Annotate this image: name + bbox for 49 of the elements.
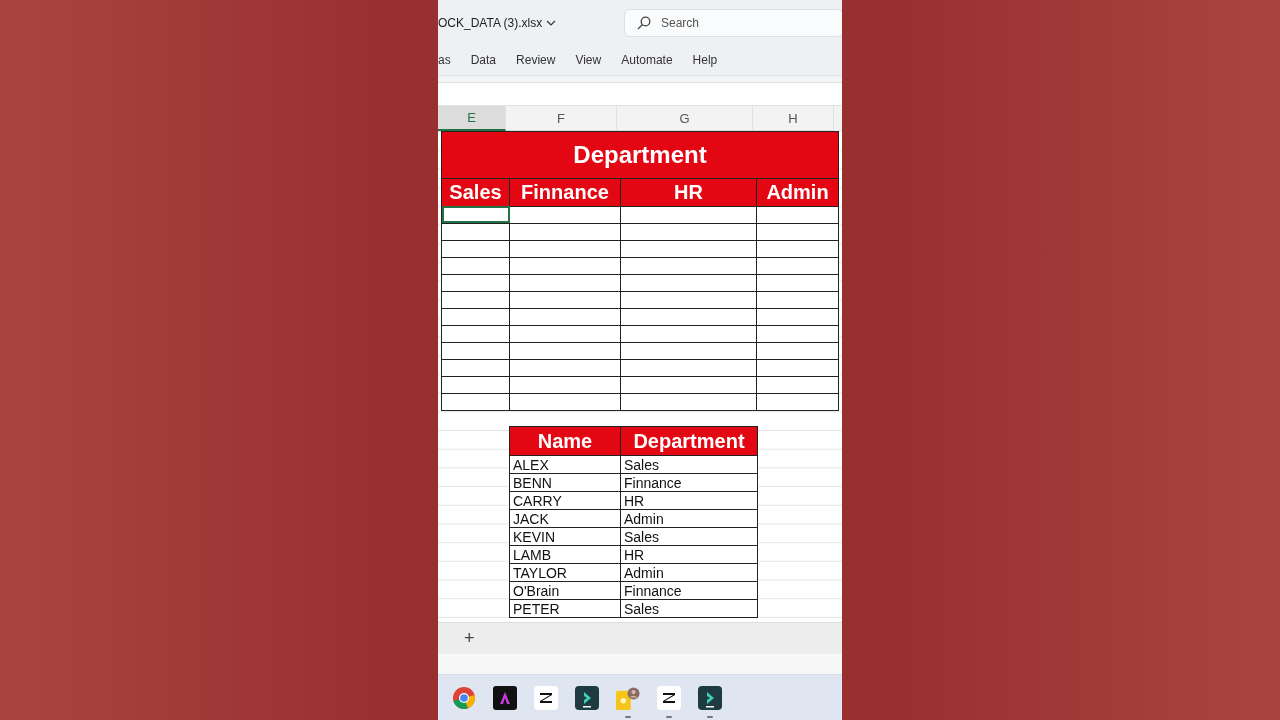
table-cell: LAMB [510, 545, 621, 563]
search-placeholder: Search [661, 15, 700, 30]
table-cell: BENN [510, 473, 621, 491]
table-header: Finnance [510, 178, 621, 206]
table-header: Department [621, 426, 757, 455]
table-cell: HR [621, 545, 757, 563]
table-cell: Finnance [621, 581, 757, 599]
ribbon-tab[interactable]: Data [460, 53, 507, 67]
table-cell: Admin [621, 563, 757, 581]
ribbon-tab[interactable]: Review [506, 53, 566, 67]
table-cell: CARRY [510, 491, 621, 509]
arrow-app-icon[interactable] [698, 685, 722, 710]
column-header[interactable]: H [753, 106, 834, 131]
table-header: Sales [442, 178, 510, 206]
search-icon [637, 15, 651, 30]
video-editor-icon[interactable] [534, 685, 558, 710]
browser-icon[interactable] [452, 685, 476, 710]
table-cell: HR [621, 491, 757, 509]
add-sheet-button[interactable]: + [460, 628, 479, 649]
ribbon-tab[interactable]: as [438, 53, 461, 67]
notes-icon[interactable] [616, 685, 640, 712]
column-header[interactable]: E [438, 106, 506, 131]
search-field[interactable]: Search [624, 8, 842, 37]
table-cell: JACK [510, 509, 621, 527]
table-cell: Sales [621, 599, 757, 617]
column-header[interactable]: G [617, 106, 753, 131]
chevron-icon [546, 19, 557, 26]
table-header: HR [621, 178, 757, 206]
table-cell: TAYLOR [510, 563, 621, 581]
table-cell: Finnance [621, 473, 757, 491]
file-name[interactable]: OCK_DATA (3).xlsx [438, 15, 557, 30]
table-cell: Admin [621, 509, 757, 527]
table-cell: PETER [510, 599, 621, 617]
table-header: Admin [757, 178, 838, 206]
table-cell: Sales [621, 455, 757, 473]
table-cell: Sales [621, 527, 757, 545]
column-header[interactable]: F [506, 106, 617, 131]
app-icon[interactable] [493, 685, 517, 710]
video-editor-icon[interactable] [657, 685, 681, 710]
arrow-app-icon[interactable] [575, 685, 599, 710]
table-cell: KEVIN [510, 527, 621, 545]
ribbon-tab[interactable]: Automate [611, 53, 683, 67]
table-title: Department [442, 131, 838, 178]
table-cell: ALEX [510, 455, 621, 473]
table-cell: O'Brain [510, 581, 621, 599]
ribbon-tab[interactable]: Help [682, 53, 728, 67]
table-header: Name [510, 426, 621, 455]
ribbon-tab[interactable]: View [565, 53, 612, 67]
active-cell[interactable] [442, 206, 510, 223]
